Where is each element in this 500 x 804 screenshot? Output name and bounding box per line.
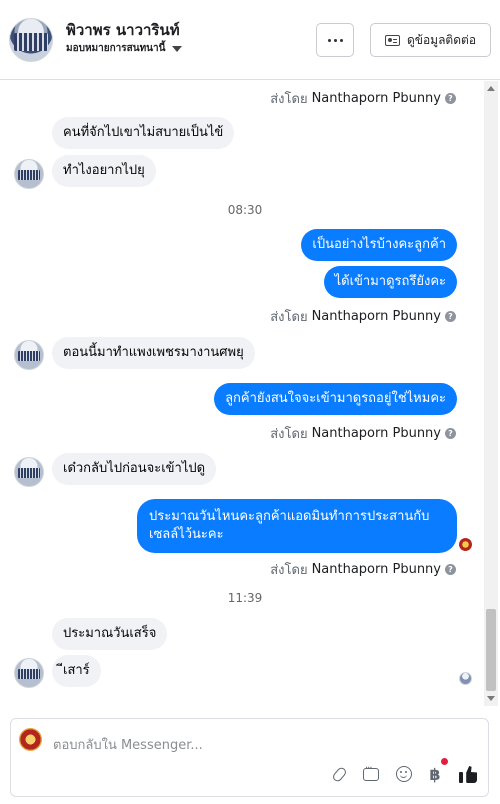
like-icon xyxy=(459,765,477,783)
message-bubble-outgoing: ลูกค้ายังสนใจจะเข้ามาดูรถอยู่ใช่ไหมคะ xyxy=(214,383,457,415)
message-line: ประมาณวันไหนคะลูกค้าแอดมินทำการประสานกับ xyxy=(149,509,430,524)
caret-down-icon xyxy=(172,45,183,52)
more-options-button[interactable] xyxy=(316,23,354,57)
scroll-down-arrow-icon[interactable] xyxy=(487,696,495,701)
emoji-button[interactable] xyxy=(394,764,414,784)
page-avatar xyxy=(19,728,42,751)
message-bubble-outgoing: ได้เข้ามาดูรถรึยังคะ xyxy=(323,266,457,298)
message-line: เซลล์ไว้นะคะ xyxy=(149,527,224,542)
reply-input[interactable]: ตอบกลับใน Messenger... xyxy=(53,734,203,755)
read-receipt-avatar xyxy=(459,672,472,685)
sent-by-label: ส่งโดย Nanthaporn Pbunny ? xyxy=(270,88,456,109)
view-contact-label: ดูข้อมูลติดต่อ xyxy=(406,32,477,47)
view-contact-button[interactable]: ดูข้อมูลติดต่อ xyxy=(370,23,491,57)
scrollbar-thumb[interactable] xyxy=(486,609,496,691)
message-bubble-incoming: คนที่จักไปเขาไม่สบายเป็นไข้ xyxy=(52,117,235,149)
attach-button[interactable] xyxy=(329,764,349,784)
contact-name[interactable]: พิวาพร นาวารินท์ xyxy=(66,18,180,42)
message-bubble-incoming: ประมาณวันเสร็จ xyxy=(52,618,168,650)
help-icon[interactable]: ? xyxy=(445,93,456,104)
reply-composer[interactable]: ตอบกลับใน Messenger... ฿ xyxy=(10,718,489,797)
help-icon[interactable]: ? xyxy=(445,564,456,575)
message-bubble-incoming: เด๋วกลับไปก่อนจะเข้าไปดู xyxy=(52,453,217,485)
notification-dot xyxy=(441,758,448,765)
contact-avatar-small xyxy=(14,658,44,688)
saved-replies-icon xyxy=(363,763,379,781)
message-bubble-outgoing: ประมาณวันไหนคะลูกค้าแอดมินทำการประสานกับ… xyxy=(137,499,457,553)
scroll-up-arrow-icon[interactable] xyxy=(487,86,495,91)
payment-button[interactable]: ฿ xyxy=(425,764,445,784)
timestamp: 11:39 xyxy=(227,591,263,605)
thread-scrollbar[interactable] xyxy=(484,81,498,706)
message-bubble-incoming: ตอนนี้มาทำแพงเพชรมางานศพยุ xyxy=(52,337,255,369)
assign-label: มอบหมายการสนทนานี้ xyxy=(66,43,166,54)
contact-avatar-small xyxy=(14,457,44,487)
message-thread: ส่งโดย Nanthaporn Pbunny ? คนที่จักไปเขา… xyxy=(0,81,484,706)
message-bubble-outgoing: เป็นอย่างไรบ้างคะลูกค้า xyxy=(301,229,457,261)
id-card-icon xyxy=(384,34,400,46)
message-bubble-incoming: ทำไงอยากไปยุ xyxy=(52,155,156,187)
saved-replies-button[interactable] xyxy=(361,763,381,784)
message-bubble-incoming: ีเสาร์ xyxy=(52,655,101,687)
timestamp: 08:30 xyxy=(227,203,263,217)
emoji-icon xyxy=(396,766,412,782)
payment-icon: ฿ xyxy=(429,764,441,784)
sent-by-label: ส่งโดย Nanthaporn Pbunny ? xyxy=(270,423,456,444)
contact-avatar-small xyxy=(14,159,44,189)
like-button[interactable] xyxy=(458,764,478,784)
sent-by-label: ส่งโดย Nanthaporn Pbunny ? xyxy=(270,306,456,327)
help-icon[interactable]: ? xyxy=(445,428,456,439)
assign-conversation-dropdown[interactable]: มอบหมายการสนทนานี้ xyxy=(66,41,183,56)
contact-avatar-small xyxy=(14,340,44,370)
attach-icon xyxy=(330,765,348,783)
page-avatar-badge xyxy=(459,538,472,551)
more-dots-icon xyxy=(327,38,343,42)
contact-avatar[interactable] xyxy=(9,18,53,62)
conversation-header: พิวาพร นาวารินท์ มอบหมายการสนทนานี้ ดูข้… xyxy=(0,0,500,80)
sent-by-label: ส่งโดย Nanthaporn Pbunny ? xyxy=(270,559,456,580)
help-icon[interactable]: ? xyxy=(445,311,456,322)
